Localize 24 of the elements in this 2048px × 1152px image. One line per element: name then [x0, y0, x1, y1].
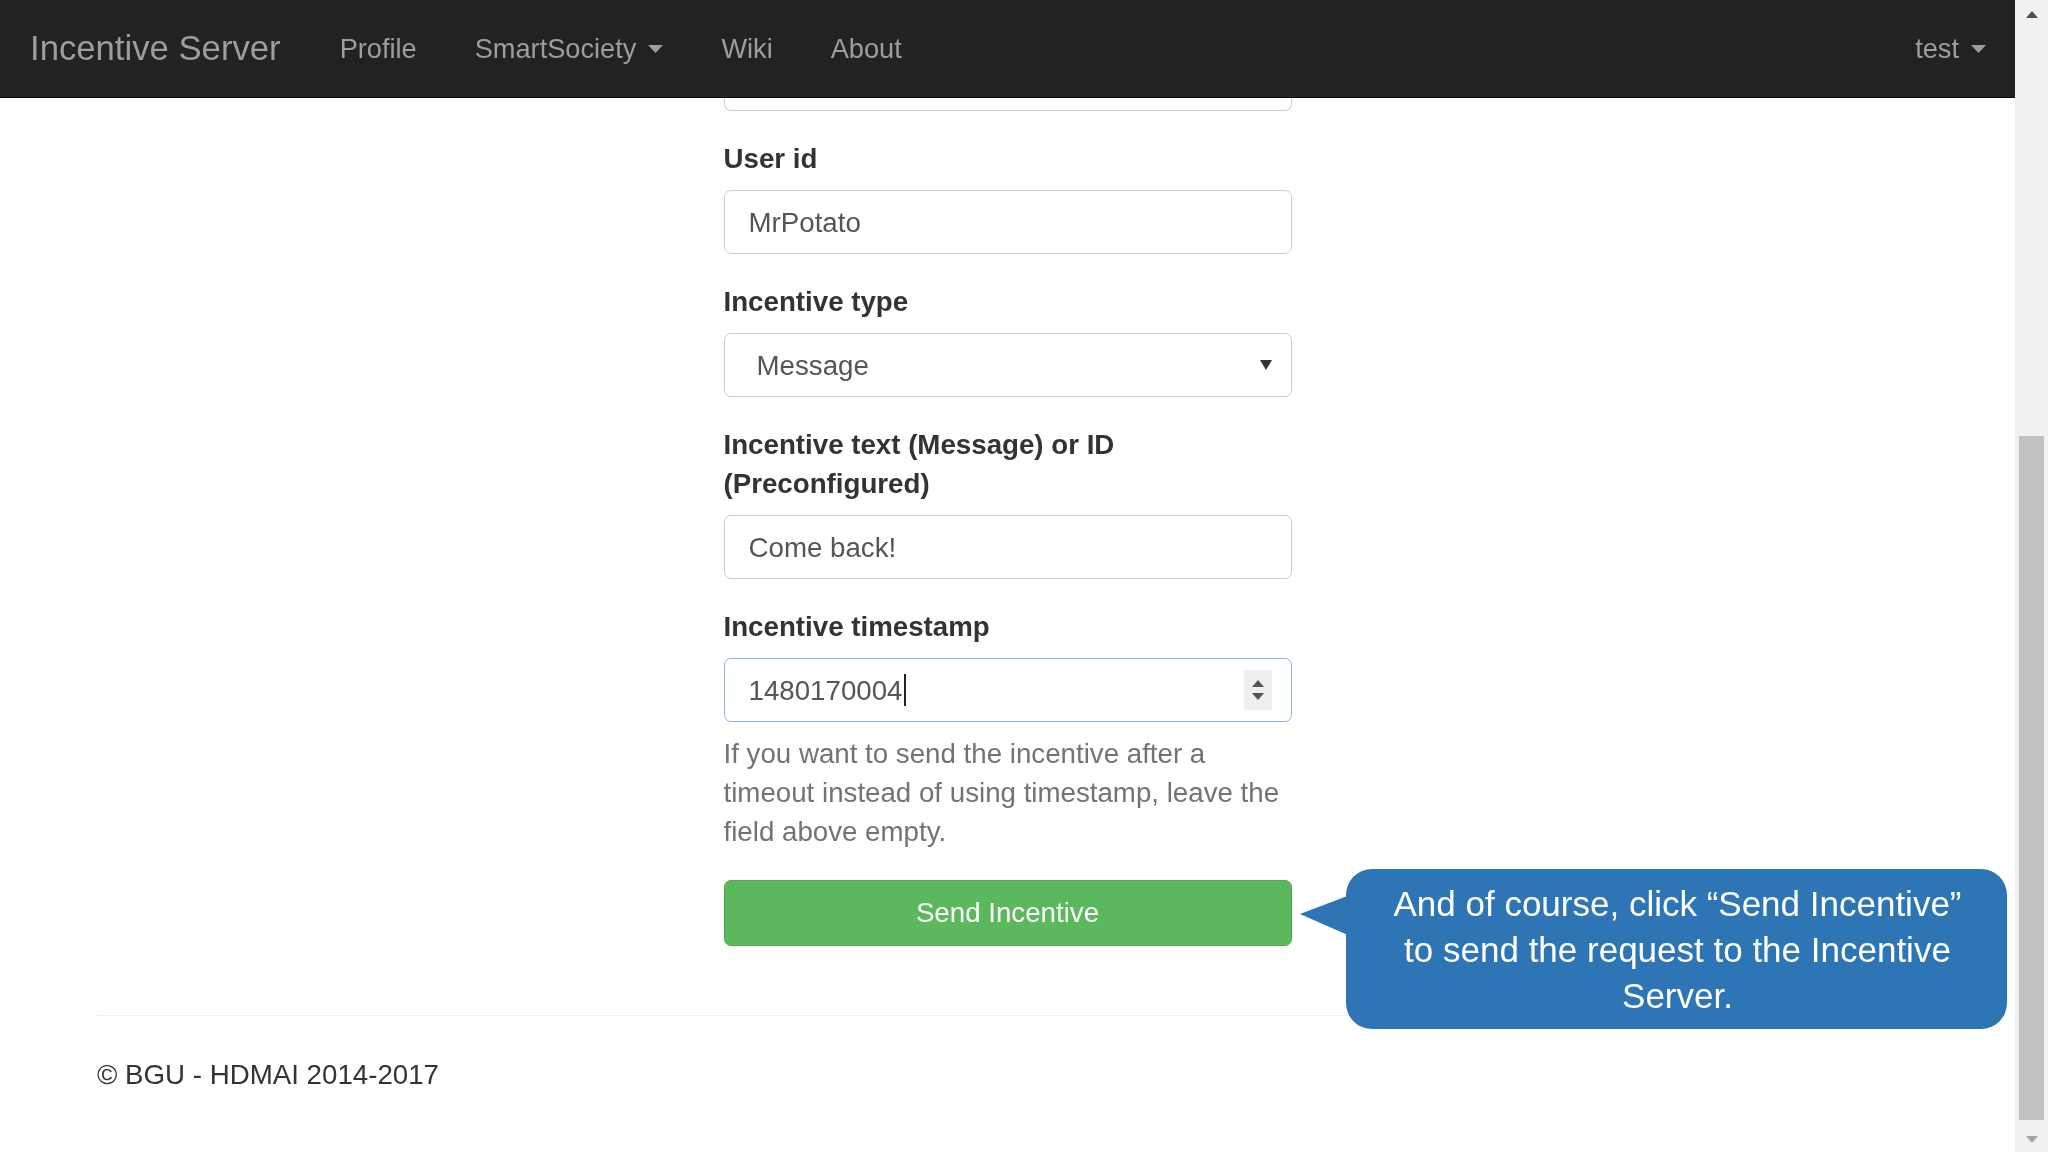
- text-cursor-icon: [903, 674, 906, 706]
- field-label: Incentive timestamp: [723, 610, 990, 644]
- input-field[interactable]: MrPotato: [723, 190, 1292, 254]
- number-field[interactable]: 1480170004: [723, 658, 1292, 722]
- spinner-arrows-icon[interactable]: [1243, 670, 1272, 710]
- brand-link[interactable]: Incentive Server: [30, 29, 281, 68]
- caret-icon: [1259, 360, 1272, 370]
- input-field[interactable]: Come back!: [723, 515, 1292, 579]
- select-field[interactable]: Message: [723, 333, 1292, 397]
- help-text: If you want to send the incentive after a timeout instead of using timestamp, leave the field above empty.: [723, 737, 1281, 849]
- nav-link[interactable]: About: [801, 0, 931, 97]
- field-label: Incentive text (Message) or ID (Preconfigured): [723, 428, 1116, 501]
- nav-link[interactable]: SmartSociety: [445, 0, 693, 97]
- user-menu[interactable]: test: [1886, 0, 2015, 97]
- scrollbar-thumb[interactable]: [2019, 436, 2044, 1120]
- field-label: Incentive type: [723, 285, 909, 319]
- scroll-up-arrow-icon[interactable]: [2025, 11, 2038, 18]
- field-label: User id: [723, 142, 818, 176]
- nav-link[interactable]: Wiki: [692, 0, 802, 97]
- callout: And of course, click “Send Incentive” to send the request to the Incentive Server.: [1300, 869, 2007, 1029]
- input-field[interactable]: [723, 98, 1292, 111]
- nav-link[interactable]: Profile: [310, 0, 446, 97]
- copyright-text: © BGU - HDMAI 2014-2017: [97, 1058, 439, 1092]
- scroll-down-arrow-icon[interactable]: [2025, 1136, 2038, 1143]
